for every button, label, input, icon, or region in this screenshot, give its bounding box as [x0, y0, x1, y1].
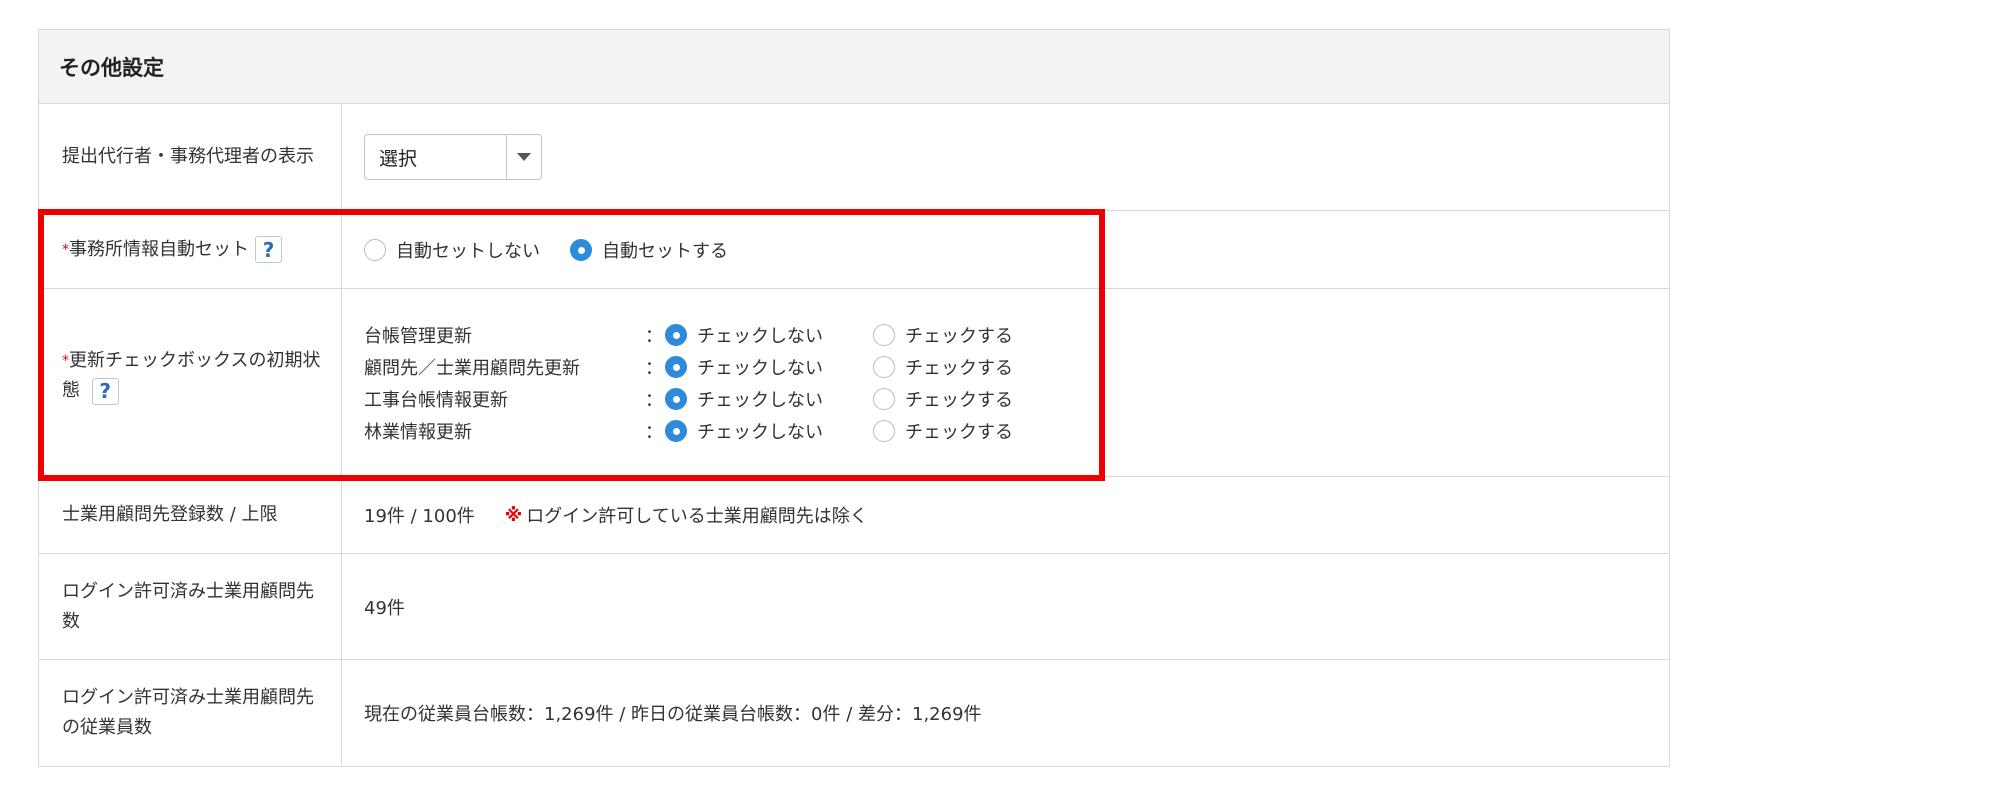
- required-mark: *: [62, 241, 69, 258]
- other-settings-panel: その他設定 提出代行者・事務代理者の表示 選択 * 事務所情報自動セット ? 自…: [38, 29, 1670, 767]
- radio-checked[interactable]: [665, 419, 687, 442]
- no-check-option[interactable]: チェックしない: [665, 386, 843, 412]
- update-checkbox-row: *更新チェックボックスの初期状態 ? 台帳管理更新 ： チェックしない チェック…: [39, 289, 1669, 477]
- help-icon[interactable]: ?: [91, 377, 119, 405]
- check-option[interactable]: チェックする: [873, 418, 1013, 444]
- proxy-display-select-value: 選択: [365, 135, 507, 179]
- proxy-display-select[interactable]: 選択: [364, 134, 542, 180]
- autoset-off-option[interactable]: 自動セットしない: [364, 237, 540, 263]
- update-item-label: 顧問先／士業用顧問先更新: [364, 357, 580, 379]
- radio-checked[interactable]: [665, 355, 687, 378]
- radio-checked[interactable]: [665, 323, 687, 346]
- chevron-down-icon[interactable]: [507, 135, 541, 179]
- client-count-value: 19件 / 100件: [364, 506, 475, 527]
- client-count-label: 士業用顧問先登録数 / 上限: [39, 477, 342, 553]
- update-item-label: 林業情報更新: [364, 421, 472, 443]
- check-option[interactable]: チェックする: [873, 386, 1013, 412]
- proxy-display-row: 提出代行者・事務代理者の表示 選択: [39, 104, 1669, 211]
- radio-unchecked[interactable]: [873, 323, 895, 346]
- client-count-row: 士業用顧問先登録数 / 上限 19件 / 100件 ※ ログイン許可している士業…: [39, 477, 1669, 554]
- autoset-on-option[interactable]: 自動セットする: [570, 237, 728, 263]
- no-check-option[interactable]: チェックしない: [665, 418, 843, 444]
- login-clients-value: 49件: [364, 597, 405, 619]
- login-client-employees-label: ログイン許可済み士業用顧問先の従業員数: [39, 660, 342, 766]
- radio-unchecked[interactable]: [873, 419, 895, 442]
- check-option[interactable]: チェックする: [873, 322, 1013, 348]
- login-clients-label: ログイン許可済み士業用顧問先数: [39, 554, 342, 659]
- radio-unchecked[interactable]: [873, 387, 895, 410]
- colon: ：: [645, 389, 663, 411]
- office-autoset-row: * 事務所情報自動セット ? 自動セットしない 自動セットする: [39, 211, 1669, 289]
- colon: ：: [645, 421, 663, 443]
- no-check-option[interactable]: チェックしない: [665, 322, 843, 348]
- help-icon[interactable]: ?: [255, 236, 282, 263]
- radio-checked[interactable]: [665, 387, 687, 410]
- radio-unchecked[interactable]: [873, 355, 895, 378]
- proxy-display-label: 提出代行者・事務代理者の表示: [39, 104, 342, 210]
- section-title: その他設定: [39, 30, 1669, 104]
- client-count-note: ログイン許可している士業用顧問先は除く: [526, 506, 868, 527]
- no-check-option[interactable]: チェックしない: [665, 354, 843, 380]
- colon: ：: [645, 357, 663, 379]
- login-client-employees-value: 現在の従業員台帳数：1,269件 / 昨日の従業員台帳数：0件 / 差分：1,2…: [364, 704, 982, 725]
- update-item-label: 台帳管理更新: [364, 325, 472, 347]
- update-checkbox-grid: 台帳管理更新 ： チェックしない チェックする 顧問先／士業用顧問先更新 ： チ…: [364, 322, 1043, 444]
- login-clients-row: ログイン許可済み士業用顧問先数 49件: [39, 554, 1669, 660]
- login-client-employees-row: ログイン許可済み士業用顧問先の従業員数 現在の従業員台帳数：1,269件 / 昨…: [39, 660, 1669, 766]
- check-option[interactable]: チェックする: [873, 354, 1013, 380]
- office-autoset-label: 事務所情報自動セット: [69, 238, 249, 260]
- note-mark: ※: [504, 504, 523, 526]
- update-item-label: 工事台帳情報更新: [364, 389, 508, 411]
- required-mark: *: [62, 353, 69, 369]
- radio-checked[interactable]: [570, 238, 592, 261]
- colon: ：: [645, 325, 663, 347]
- radio-unchecked[interactable]: [364, 238, 386, 261]
